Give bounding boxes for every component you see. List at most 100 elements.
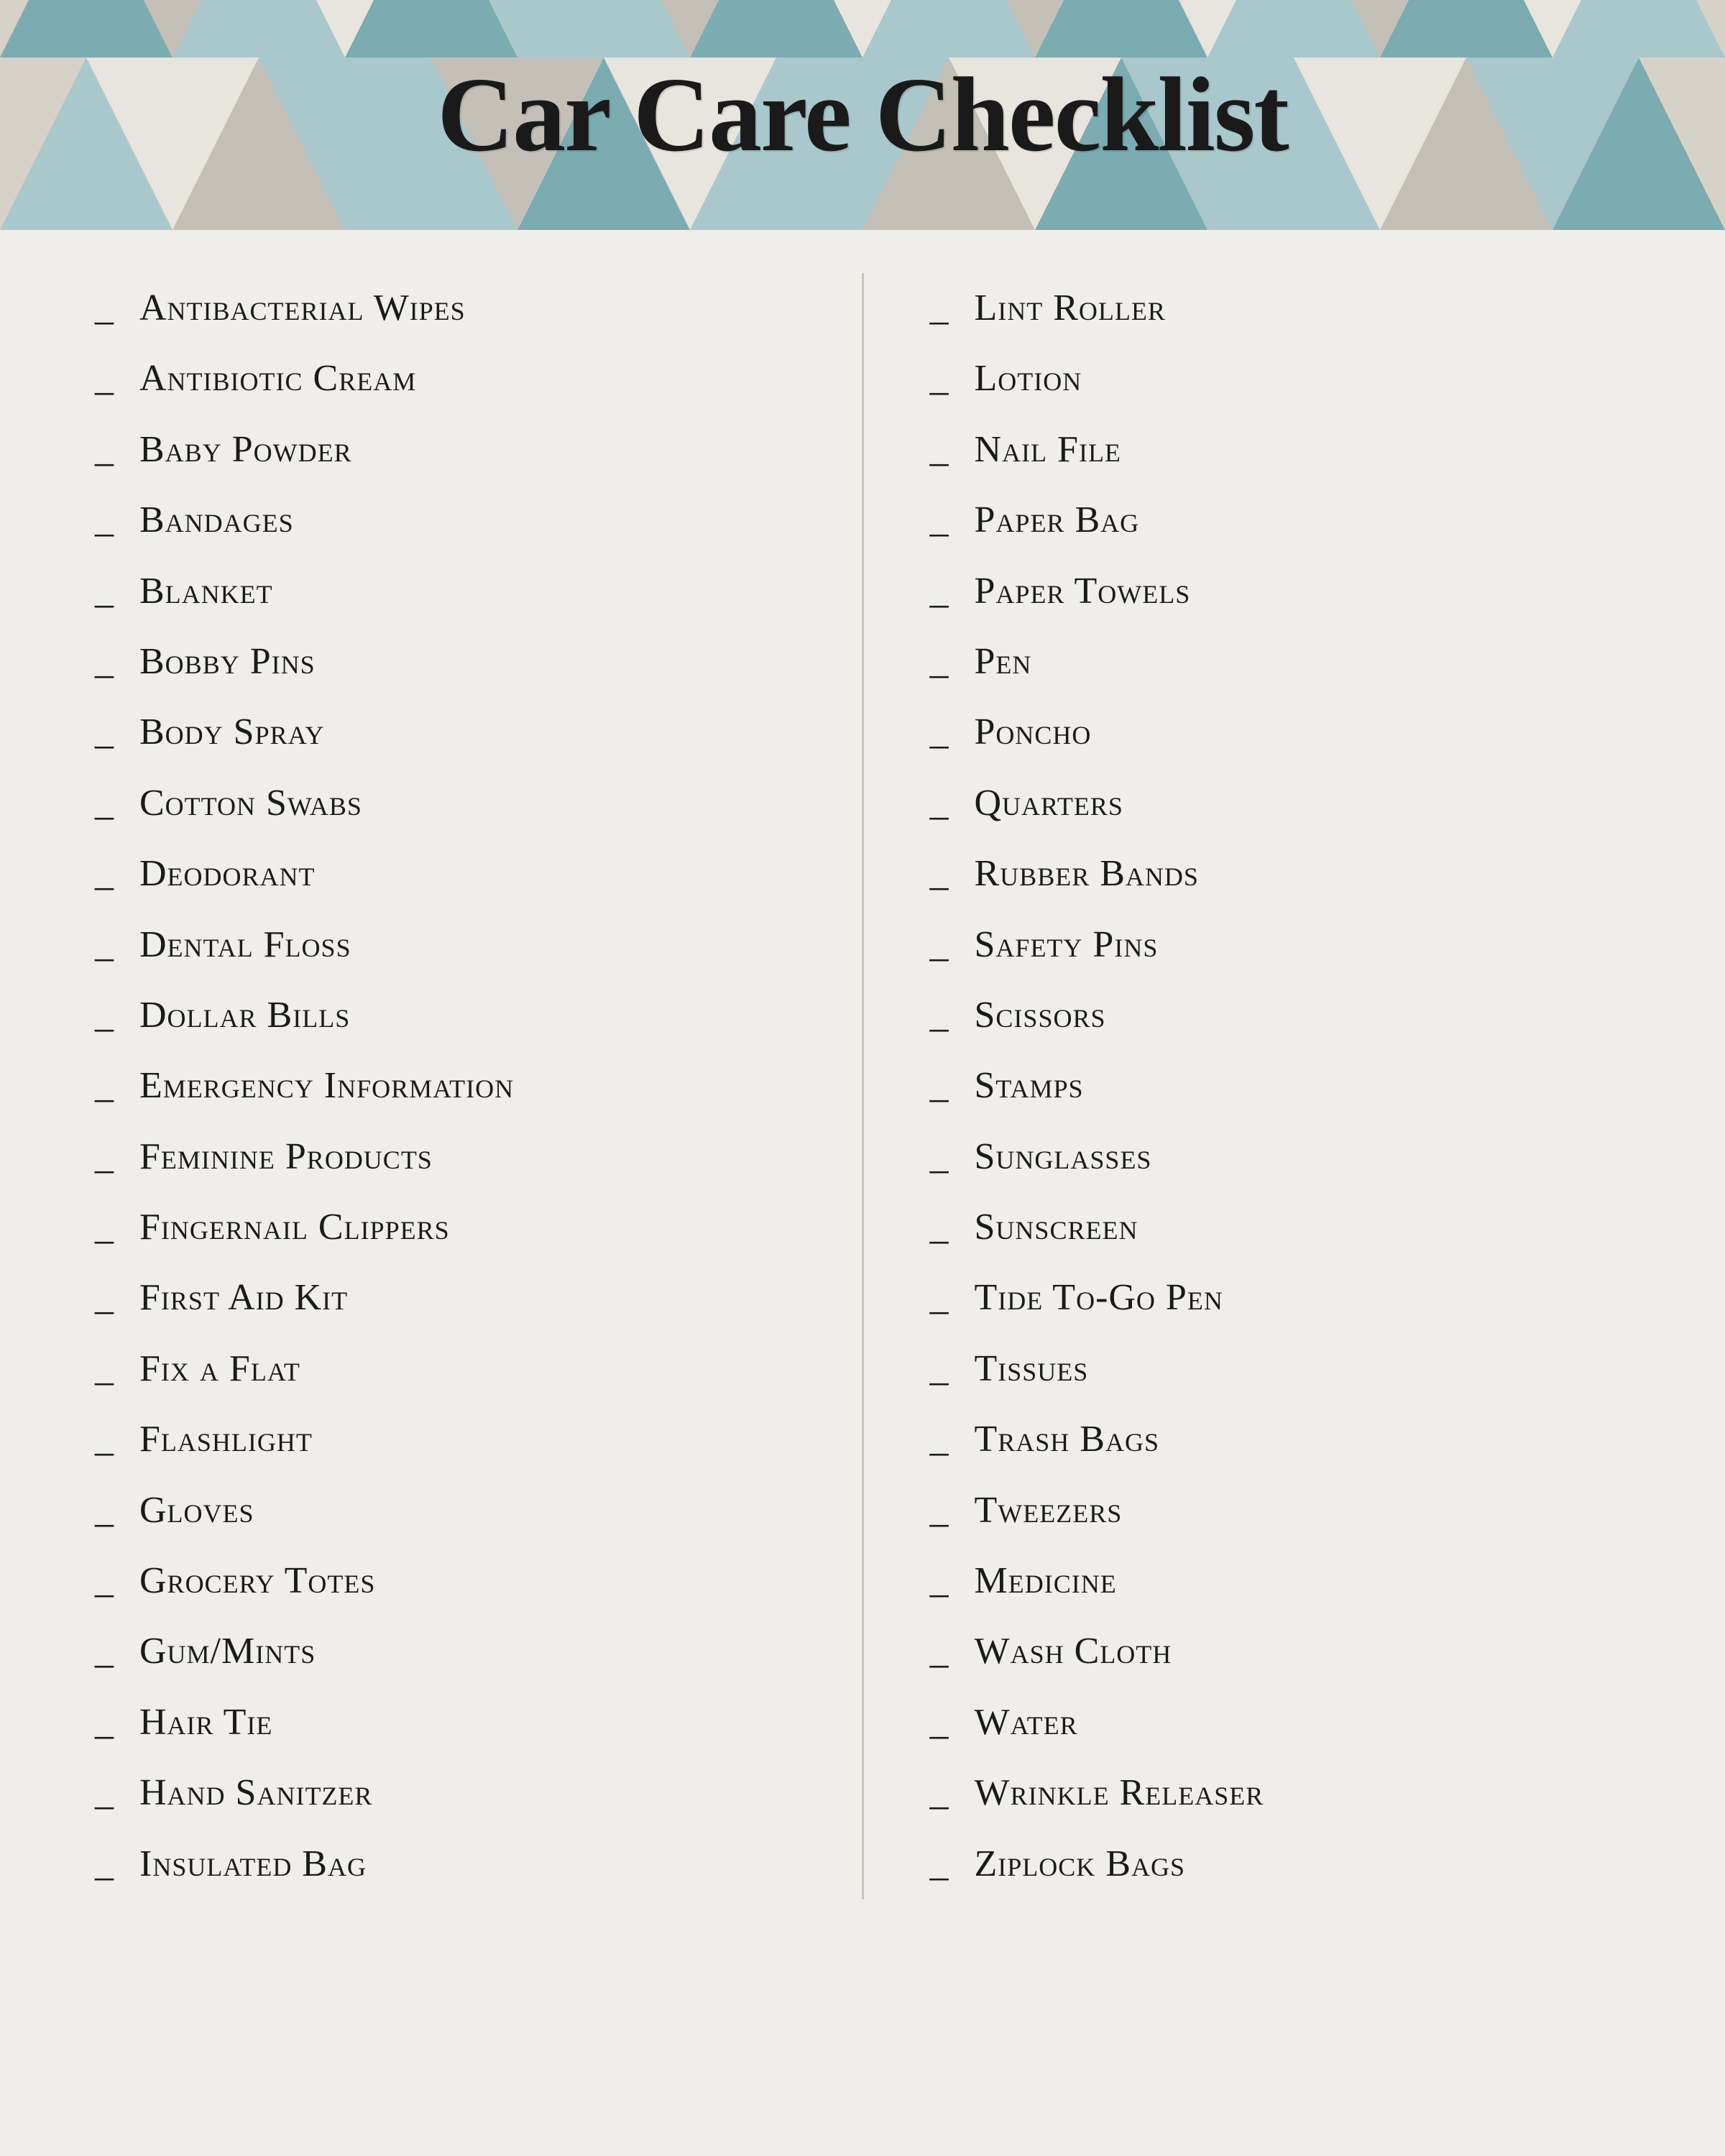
list-item[interactable]: _ Grocery Totes (86, 1546, 804, 1616)
list-item[interactable]: _ Gloves (86, 1475, 804, 1546)
list-item[interactable]: _ Antibiotic Cream (86, 344, 804, 414)
list-item[interactable]: _ Safety Pins (921, 910, 1639, 980)
list-item[interactable]: _ Baby Powder (86, 415, 804, 485)
list-item[interactable]: _ Scissors (921, 980, 1639, 1051)
list-item[interactable]: _ Hair Tie (86, 1687, 804, 1758)
list-item[interactable]: _ Lint Roller (921, 273, 1639, 344)
item-label: Wrinkle Releaser (975, 1771, 1264, 1815)
list-item[interactable]: _ Lotion (921, 344, 1639, 414)
list-item[interactable]: _ Dental Floss (86, 910, 804, 980)
right-column: _ Lint Roller _ Lotion _ Nail File _ Pap… (921, 273, 1639, 1899)
list-item[interactable]: _ Tissues (921, 1334, 1639, 1404)
check-mark: _ (921, 997, 957, 1034)
check-mark: _ (86, 1846, 122, 1883)
list-item[interactable]: _ Body Spray (86, 697, 804, 768)
list-item[interactable]: _ Bandages (86, 485, 804, 556)
item-label: Safety Pins (975, 923, 1159, 967)
item-label: Medicine (975, 1559, 1117, 1603)
list-item[interactable]: _ Paper Bag (921, 485, 1639, 556)
list-item[interactable]: _ Quarters (921, 768, 1639, 839)
item-label: Fingernail Clippers (139, 1205, 450, 1250)
list-item[interactable]: _ Rubber Bands (921, 839, 1639, 909)
check-mark: _ (921, 855, 957, 893)
list-item[interactable]: _ Nail File (921, 415, 1639, 485)
item-label: Gloves (139, 1488, 254, 1533)
header: Car Care Checklist (0, 0, 1725, 230)
list-item[interactable]: _ Blanket (86, 556, 804, 627)
check-mark: _ (86, 785, 122, 822)
list-item[interactable]: _ Bobby Pins (86, 627, 804, 697)
check-mark: _ (921, 1209, 957, 1246)
item-label: Hair Tie (139, 1700, 272, 1745)
list-item[interactable]: _ First Aid Kit (86, 1263, 804, 1333)
item-label: Grocery Totes (139, 1559, 375, 1603)
item-label: Pen (975, 640, 1032, 684)
item-label: Cotton Swabs (139, 781, 362, 826)
list-item[interactable]: _ Emergency Information (86, 1051, 804, 1121)
item-label: Antibacterial Wipes (139, 286, 466, 331)
check-mark: _ (921, 502, 957, 539)
column-divider (862, 273, 864, 1899)
list-item[interactable]: _ Fix a Flat (86, 1334, 804, 1404)
check-mark: _ (86, 1562, 122, 1600)
list-item[interactable]: _ Wash Cloth (921, 1616, 1639, 1687)
list-item[interactable]: _ Tweezers (921, 1475, 1639, 1546)
item-label: Feminine Products (139, 1135, 433, 1179)
list-item[interactable]: _ Trash Bags (921, 1404, 1639, 1475)
list-item[interactable]: _ Wrinkle Releaser (921, 1758, 1639, 1828)
check-mark: _ (921, 1704, 957, 1741)
list-item[interactable]: _ Paper Towels (921, 556, 1639, 627)
check-mark: _ (921, 290, 957, 327)
list-item[interactable]: _ Flashlight (86, 1404, 804, 1475)
item-label: Hand Sanitzer (139, 1771, 372, 1815)
item-label: Deodorant (139, 852, 316, 896)
list-item[interactable]: _ Fingernail Clippers (86, 1192, 804, 1263)
item-label: Insulated Bag (139, 1842, 367, 1886)
check-mark: _ (86, 431, 122, 469)
check-mark: _ (86, 1279, 122, 1317)
item-label: Scissors (975, 993, 1106, 1038)
check-mark: _ (86, 1067, 122, 1105)
check-mark: _ (921, 360, 957, 397)
list-item[interactable]: _ Sunglasses (921, 1122, 1639, 1192)
check-mark: _ (921, 714, 957, 751)
checklist-content: _ Antibacterial Wipes _ Antibiotic Cream… (0, 230, 1725, 1943)
item-label: Paper Towels (975, 569, 1191, 614)
list-item[interactable]: _ Water (921, 1687, 1639, 1758)
list-item[interactable]: _ Pen (921, 627, 1639, 697)
list-item[interactable]: _ Medicine (921, 1546, 1639, 1616)
item-label: Poncho (975, 710, 1092, 755)
list-item[interactable]: _ Cotton Swabs (86, 768, 804, 839)
item-label: First Aid Kit (139, 1276, 348, 1320)
check-mark: _ (86, 643, 122, 681)
check-mark: _ (86, 855, 122, 893)
list-item[interactable]: _ Gum/Mints (86, 1616, 804, 1687)
check-mark: _ (86, 714, 122, 751)
check-mark: _ (921, 1350, 957, 1388)
check-mark: _ (86, 1492, 122, 1529)
check-mark: _ (921, 1633, 957, 1670)
check-mark: _ (921, 926, 957, 964)
check-mark: _ (921, 1492, 957, 1529)
list-item[interactable]: _ Dollar Bills (86, 980, 804, 1051)
list-item[interactable]: _ Deodorant (86, 839, 804, 909)
list-item[interactable]: _ Feminine Products (86, 1122, 804, 1192)
list-item[interactable]: _ Sunscreen (921, 1192, 1639, 1263)
check-mark: _ (86, 997, 122, 1034)
check-mark: _ (86, 1421, 122, 1458)
item-label: Nail File (975, 428, 1121, 472)
list-item[interactable]: _ Antibacterial Wipes (86, 273, 804, 344)
left-column: _ Antibacterial Wipes _ Antibiotic Cream… (86, 273, 804, 1899)
list-item[interactable]: _ Hand Sanitzer (86, 1758, 804, 1828)
item-label: Fix a Flat (139, 1347, 300, 1391)
list-item[interactable]: _ Insulated Bag (86, 1829, 804, 1899)
list-item[interactable]: _ Poncho (921, 697, 1639, 768)
list-item[interactable]: _ Stamps (921, 1051, 1639, 1121)
check-mark: _ (86, 1704, 122, 1741)
check-mark: _ (86, 926, 122, 964)
list-item[interactable]: _ Ziplock Bags (921, 1829, 1639, 1899)
list-item[interactable]: _ Tide To-Go Pen (921, 1263, 1639, 1333)
item-label: Rubber Bands (975, 852, 1199, 896)
check-mark: _ (86, 290, 122, 327)
item-label: Dollar Bills (139, 993, 350, 1038)
